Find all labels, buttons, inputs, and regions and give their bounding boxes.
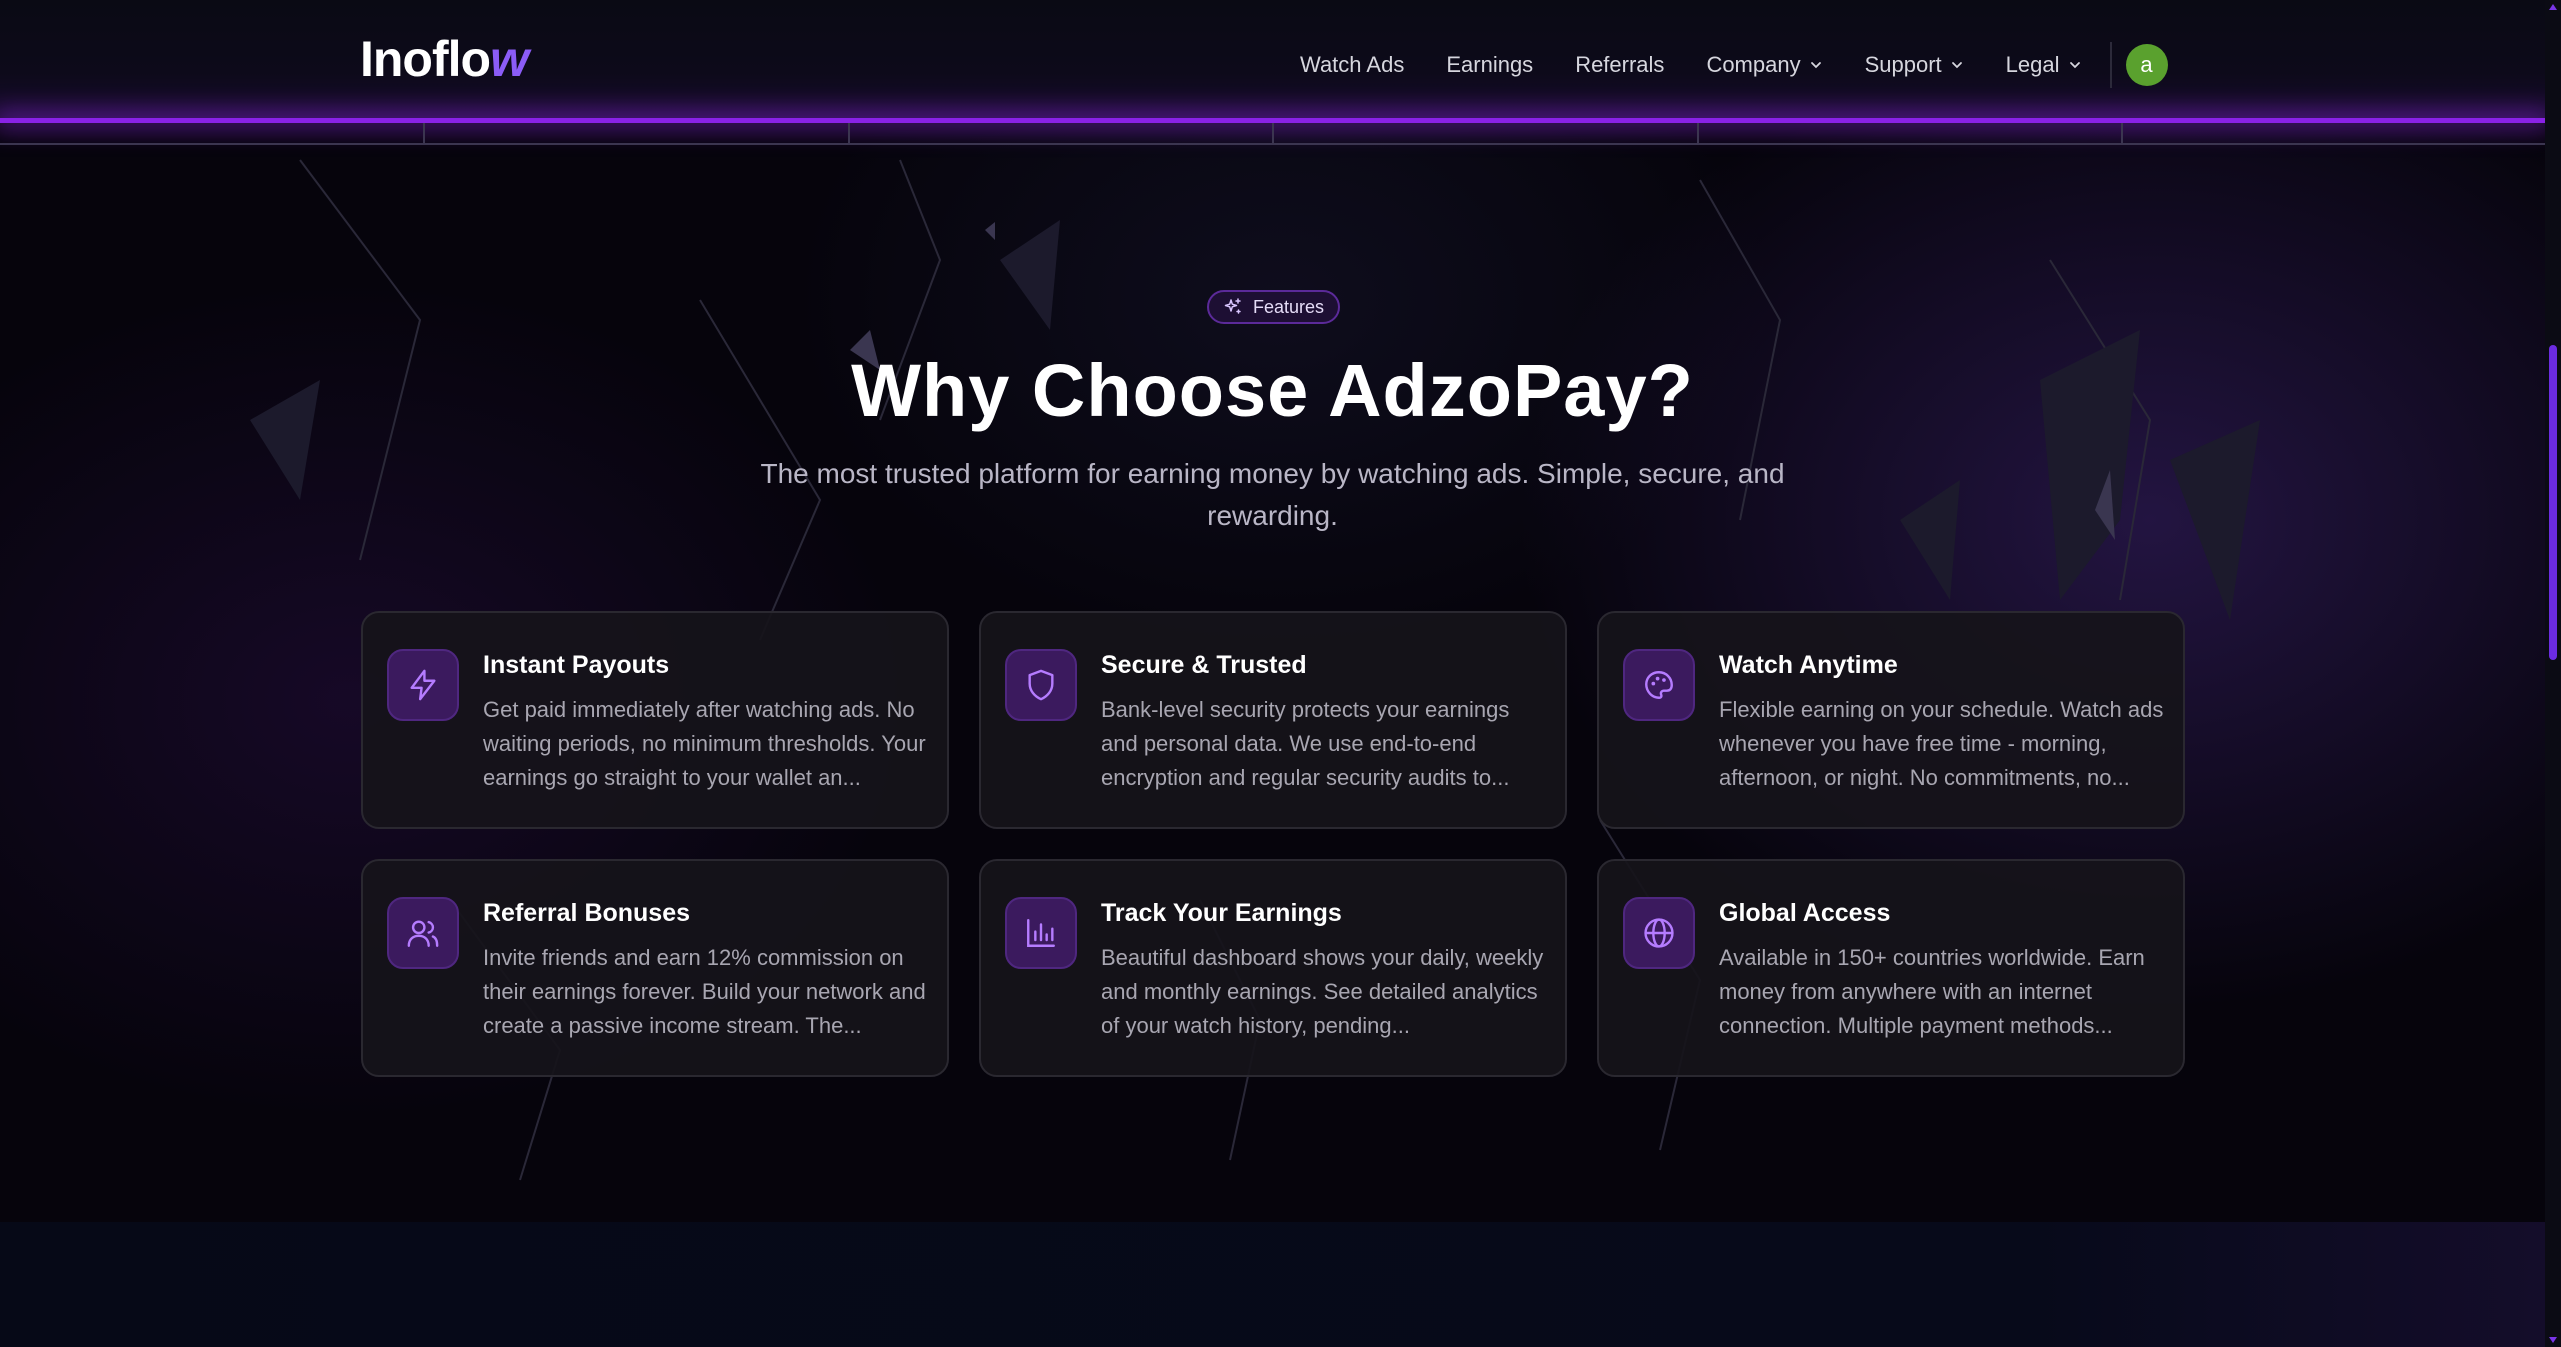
nav-label: Earnings (1446, 52, 1534, 77)
nav-label: Company (1706, 52, 1801, 77)
nav-item-support[interactable]: Support (1865, 52, 1964, 78)
nav-label: Support (1864, 52, 1942, 77)
next-section-band (0, 1222, 2545, 1347)
section-title: Why Choose AdzoPay? (851, 349, 1694, 432)
bar-chart-icon (1005, 897, 1077, 969)
card-description: Beautiful dashboard shows your daily, we… (1101, 945, 1544, 1038)
rail-tick (1272, 123, 1274, 145)
card-title: Track Your Earnings (1101, 899, 1342, 927)
chevron-down-icon (2069, 62, 2080, 69)
feature-card-instant-payouts: Instant Payouts Get paid immediately aft… (361, 611, 949, 829)
main-nav: Watch Ads Earnings Referrals Company Sup… (1300, 42, 2168, 88)
scrollbar-thumb[interactable] (2549, 345, 2557, 660)
nav-item-watch-ads[interactable]: Watch Ads (1300, 52, 1404, 78)
feature-card-secure-trusted: Secure & Trusted Bank-level security pro… (979, 611, 1567, 829)
users-icon (387, 897, 459, 969)
rail-tick (423, 123, 425, 145)
globe-icon (1623, 897, 1695, 969)
rail-tick (2121, 123, 2123, 145)
palette-icon (1623, 649, 1695, 721)
card-title: Global Access (1719, 899, 1891, 927)
nav-label: Legal (2005, 52, 2060, 77)
nav-label: Referrals (1575, 52, 1665, 77)
rail-tick (1697, 123, 1699, 145)
card-description: Bank-level security protects your earnin… (1101, 697, 1510, 790)
features-badge: Features (1207, 290, 1341, 324)
header-rail (0, 123, 2545, 145)
page: Inoflow Watch Ads Earnings Referrals Com… (0, 0, 2561, 1347)
scroll-up-icon[interactable] (2549, 4, 2557, 10)
feature-card-global-access: Global Access Available in 150+ countrie… (1597, 859, 2185, 1077)
sparkles-icon (1224, 298, 1241, 314)
nav-item-legal[interactable]: Legal (2006, 52, 2082, 78)
badge-label: Features (1253, 296, 1325, 317)
feature-card-watch-anytime: Watch Anytime Flexible earning on your s… (1597, 611, 2185, 829)
nav-item-company[interactable]: Company (1706, 52, 1822, 78)
lightning-icon (387, 649, 459, 721)
chevron-down-icon (1810, 62, 1821, 69)
feature-card-referral-bonuses: Referral Bonuses Invite friends and earn… (361, 859, 949, 1077)
section-subtitle: The most trusted platform for earning mo… (760, 458, 1785, 531)
brand-logo[interactable]: Inoflow (360, 31, 529, 87)
nav-label: Watch Ads (1300, 52, 1405, 77)
nav-divider (2109, 42, 2112, 88)
feature-card-track-earnings: Track Your Earnings Beautiful dashboard … (979, 859, 1567, 1077)
nav-item-referrals[interactable]: Referrals (1575, 52, 1664, 78)
scroll-down-icon[interactable] (2549, 1337, 2557, 1343)
page-scrollbar[interactable] (2545, 0, 2561, 1347)
nav-item-earnings[interactable]: Earnings (1446, 52, 1533, 78)
card-title: Secure & Trusted (1101, 651, 1307, 679)
card-description: Get paid immediately after watching ads.… (483, 697, 926, 790)
card-title: Referral Bonuses (483, 899, 691, 927)
card-title: Instant Payouts (483, 651, 670, 679)
logo-accent: w (490, 31, 529, 87)
chevron-down-icon (1951, 62, 1962, 69)
shield-icon (1005, 649, 1077, 721)
site-header: Inoflow Watch Ads Earnings Referrals Com… (0, 0, 2545, 122)
card-description: Available in 150+ countries worldwide. E… (1719, 945, 2145, 1038)
rail-tick (848, 123, 850, 145)
avatar-initial: a (2140, 52, 2153, 77)
card-description: Flexible earning on your schedule. Watch… (1719, 697, 2164, 790)
card-title: Watch Anytime (1719, 651, 1898, 679)
user-avatar[interactable]: a (2125, 44, 2168, 86)
card-description: Invite friends and earn 12% commission o… (483, 945, 926, 1038)
logo-text: Inoflo (360, 31, 491, 87)
